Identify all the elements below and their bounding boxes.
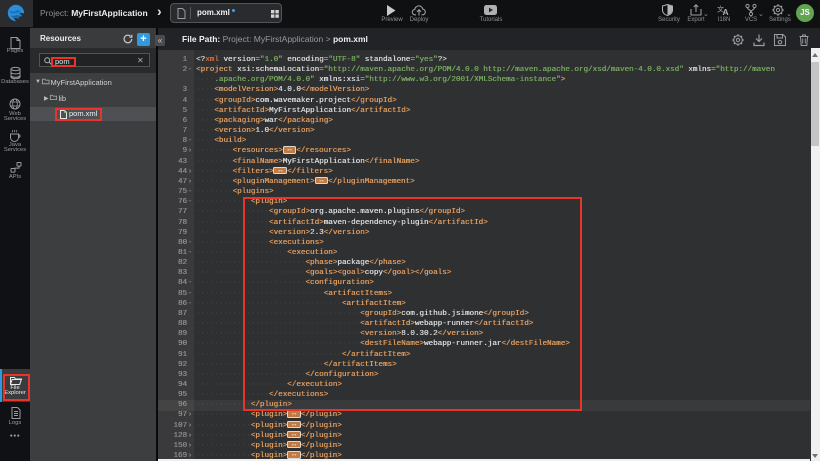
- svg-text:A: A: [723, 7, 729, 17]
